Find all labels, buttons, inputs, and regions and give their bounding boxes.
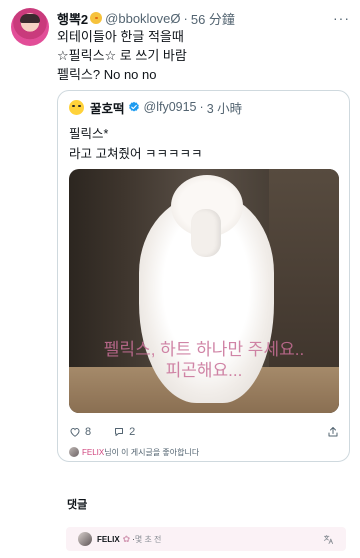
share-icon[interactable]: [327, 426, 339, 438]
avatar[interactable]: [11, 8, 49, 46]
flower-icon: ✿: [122, 533, 131, 544]
tweet-text-line: 펠릭스? No no no: [57, 67, 157, 82]
post-time[interactable]: 56 分鐘: [191, 9, 235, 28]
tweet-text: 외테이들아 한글 적을때 ☆필릭스☆ 로 쓰기 바람 펠릭스? No no no: [57, 27, 348, 84]
quote-media-image[interactable]: 펠릭스, 하트 하나만 주세요.. 피곤해요...: [69, 169, 339, 413]
quote-tweet[interactable]: 꿀호떡 @lfy0915 · 3 小時 필릭스* 라고 고쳐줬어 ㅋㅋㅋㅋㅋ 펠…: [57, 90, 350, 462]
tweet-text-line: ☆필릭스☆ 로 쓰기 바람: [57, 48, 187, 63]
like-count: 8: [85, 426, 92, 438]
quote-handle[interactable]: @lfy0915: [144, 100, 197, 114]
handle[interactable]: @bbokloveØ: [105, 11, 180, 26]
reply-button[interactable]: 2: [113, 426, 135, 438]
like-button[interactable]: 8: [69, 426, 91, 438]
tweet-text-line: 외테이들아 한글 적을때: [57, 29, 184, 44]
chick-emoji-icon: [90, 12, 103, 24]
separator-dot: ·: [199, 100, 204, 114]
quote-avatar[interactable]: [69, 99, 84, 115]
cat-paws: [191, 209, 221, 257]
separator-dot: ·: [183, 10, 188, 26]
reply-name[interactable]: FELIX: [97, 535, 120, 544]
liked-by-name[interactable]: FELIX: [82, 448, 104, 457]
liked-by-text: 님이 이 게시글을 좋아합니다: [104, 447, 200, 457]
translate-icon[interactable]: [323, 534, 334, 545]
image-caption: 펠릭스, 하트 하나만 주세요.. 피곤해요...: [69, 339, 339, 381]
comments-label: 댓글: [67, 499, 88, 511]
reply-icon: [115, 428, 124, 436]
quote-display-name[interactable]: 꿀호떡: [90, 98, 125, 117]
post: 행뽁2 @bbokloveØ · 56 分鐘 ··· 외테이들아 한글 적을때 …: [0, 0, 360, 558]
quote-header: 꿀호떡 @lfy0915 · 3 小時: [69, 98, 339, 117]
verified-icon: [128, 101, 139, 112]
reply-avatar: [78, 532, 92, 546]
reply-count: 2: [129, 426, 136, 438]
quote-text: 필릭스* 라고 고쳐줬어 ㅋㅋㅋㅋㅋ: [69, 124, 339, 164]
quote-time[interactable]: 3 小時: [207, 98, 242, 117]
quote-actions: 8 2: [69, 424, 339, 440]
post-header: 행뽁2 @bbokloveØ · 56 分鐘 ···: [57, 9, 350, 27]
image-caption-line: 펠릭스, 하트 하나만 주세요..: [103, 340, 305, 359]
reply-box[interactable]: FELIX ✿ · 몇 초 전: [66, 527, 346, 551]
image-caption-line: 피곤해요...: [165, 361, 243, 380]
more-icon[interactable]: ···: [333, 10, 350, 26]
heart-icon: [70, 427, 80, 437]
quote-text-line: 필릭스*: [69, 127, 109, 141]
liked-by-avatar: [69, 447, 79, 457]
reply-time: 몇 초 전: [134, 534, 162, 544]
liked-by-row: FELIX 님이 이 게시글을 좋아합니다: [69, 446, 199, 458]
display-name[interactable]: 행뽁2: [57, 9, 88, 28]
quote-text-line: 라고 고쳐줬어 ㅋㅋㅋㅋㅋ: [69, 147, 203, 161]
